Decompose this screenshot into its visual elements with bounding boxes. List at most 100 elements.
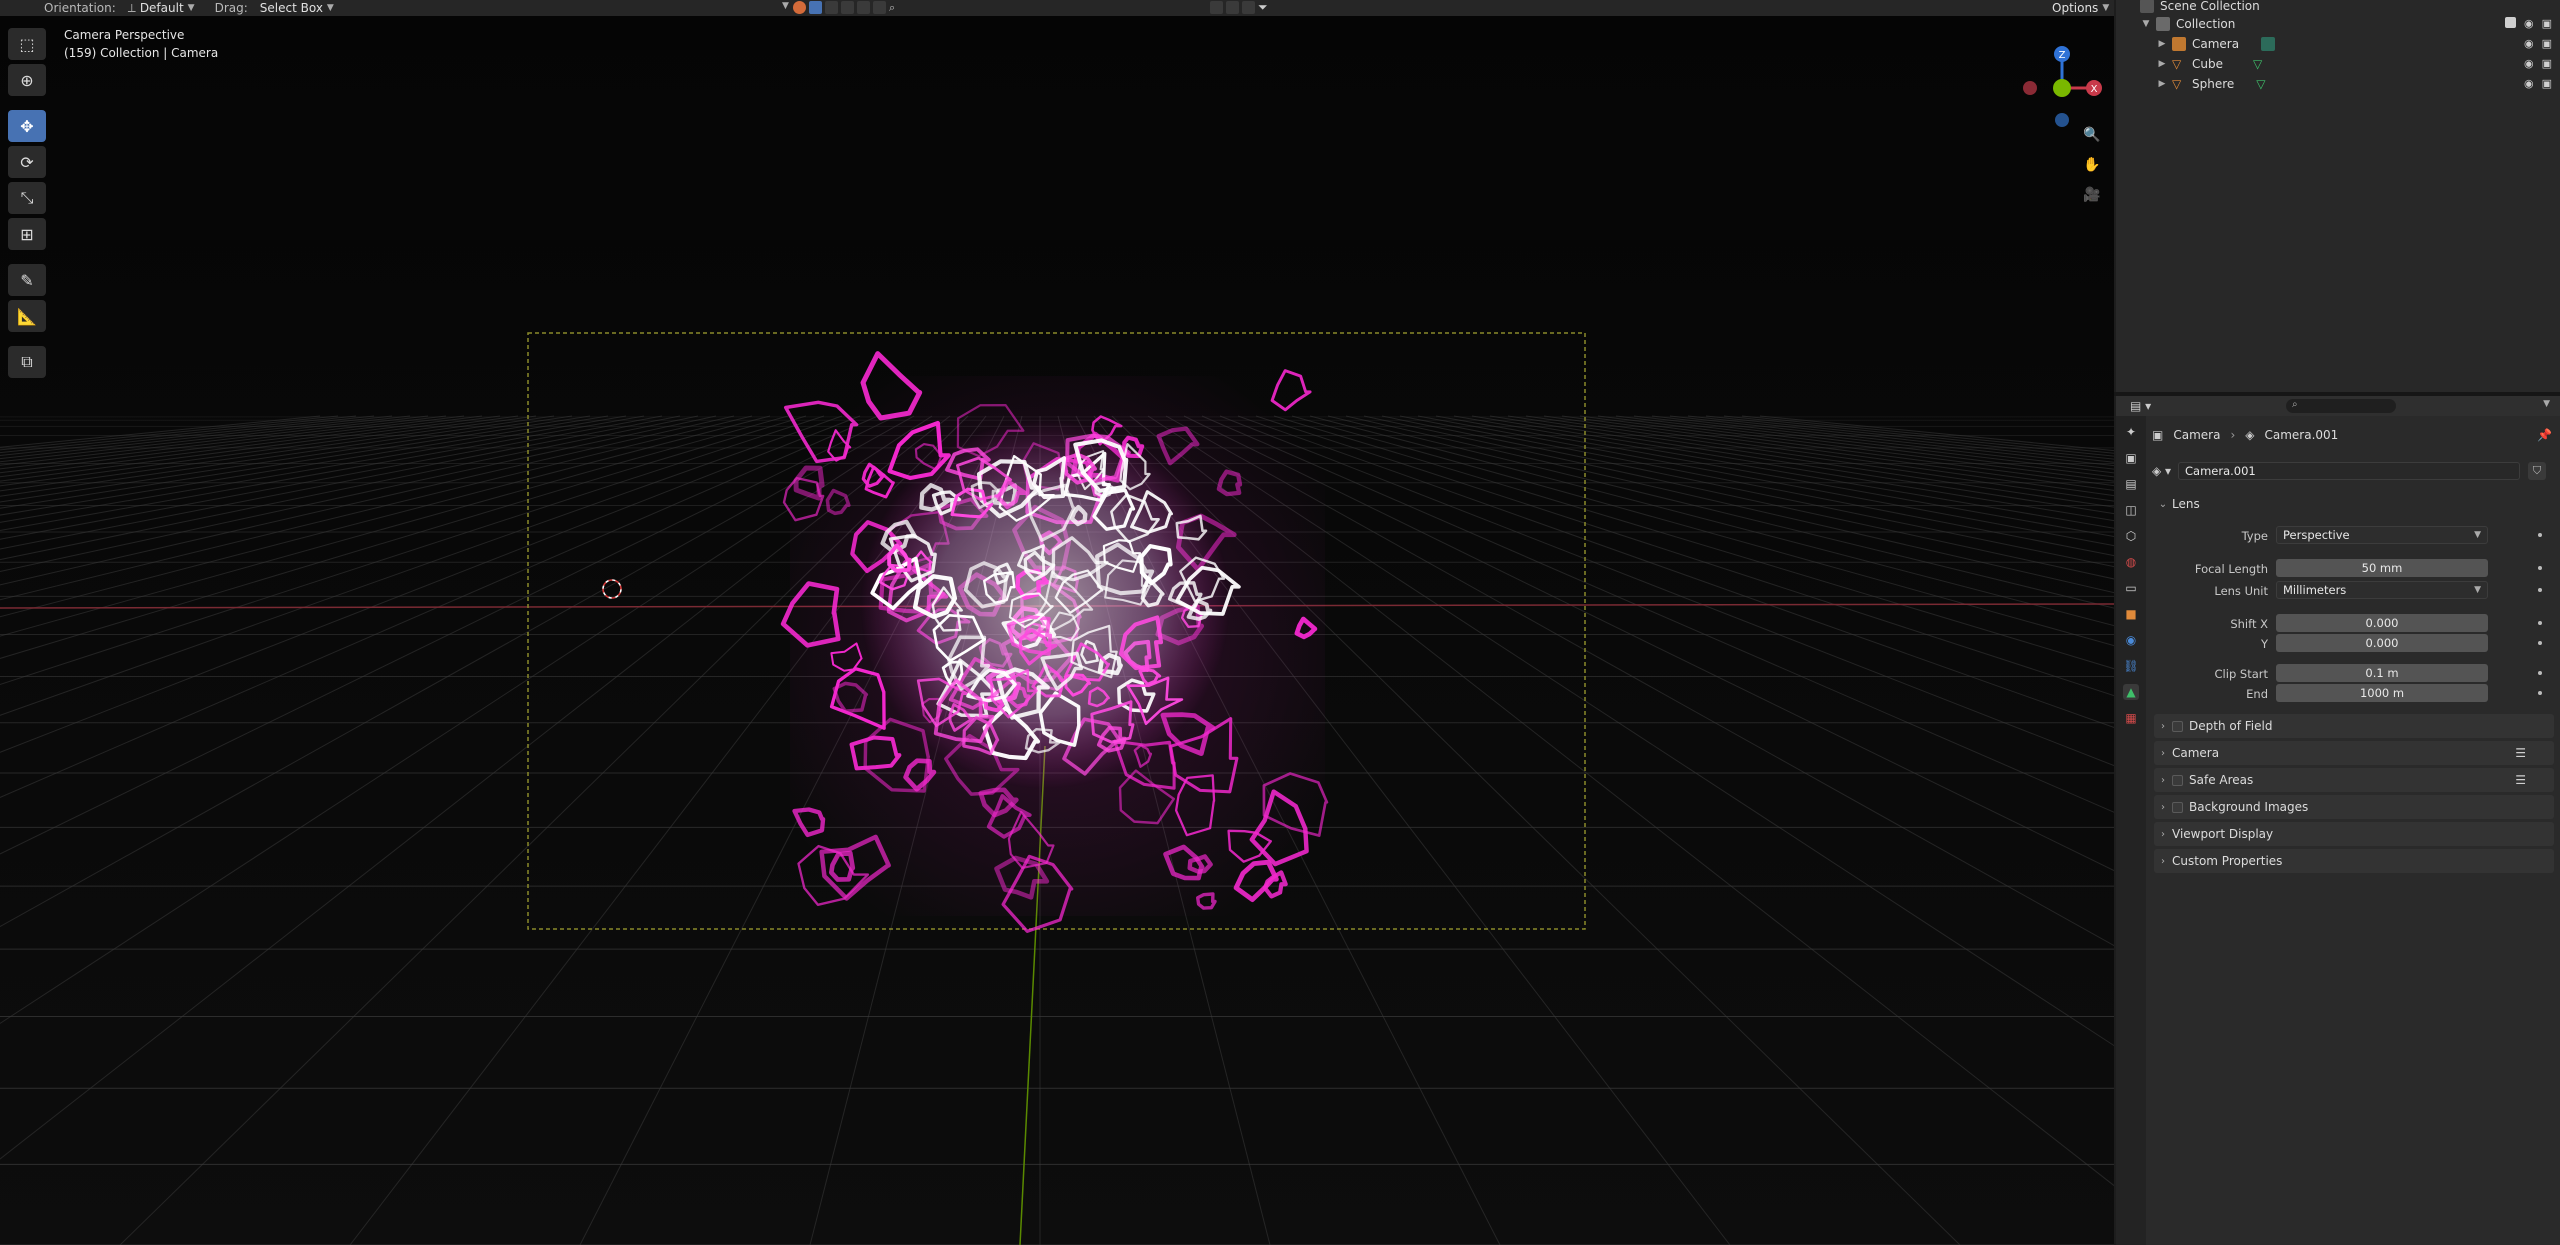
type-dropdown[interactable]: Perspective ▼ xyxy=(2276,526,2488,544)
camera-data-tab-icon[interactable]: ▲ xyxy=(2123,684,2139,700)
presets-list-icon[interactable]: ☰ xyxy=(2515,746,2526,760)
shift-x-field[interactable]: 0.000 xyxy=(2276,614,2488,632)
eye-icon[interactable]: ◉ xyxy=(2524,17,2534,30)
viewport-display-panel[interactable]: › Viewport Display xyxy=(2154,822,2554,846)
rotate-tool[interactable]: ⟳ xyxy=(8,146,46,178)
shift-y-field[interactable]: 0.000 xyxy=(2276,634,2488,652)
shift-x-label: Shift X xyxy=(2230,617,2268,631)
tool-tab-icon[interactable]: ✦ xyxy=(2123,424,2139,440)
checkbox-icon[interactable] xyxy=(2504,17,2516,28)
panel-label: Safe Areas xyxy=(2189,773,2254,787)
3d-viewport[interactable]: Camera Perspective (159) Collection | Ca… xyxy=(0,16,2114,1245)
gizmo-neg-x-icon xyxy=(2023,81,2037,95)
keyframe-dot-icon[interactable] xyxy=(2538,671,2542,675)
keyframe-dot-icon[interactable] xyxy=(2538,691,2542,695)
datablock-selector[interactable]: ◈ ▾ Camera.001 ⛉ xyxy=(2152,462,2552,480)
fake-user-icon[interactable]: ⛉ xyxy=(2528,462,2546,480)
scale-tool[interactable]: ⤡ xyxy=(8,182,46,214)
eye-icon[interactable]: ◉ xyxy=(2524,77,2534,90)
keyframe-dot-icon[interactable] xyxy=(2538,533,2542,537)
orientation-dropdown[interactable]: ⟂ Default ▼ xyxy=(122,1,201,16)
expand-icon[interactable]: ▶ xyxy=(2156,39,2168,49)
expand-icon[interactable]: ▼ xyxy=(2140,19,2152,29)
xray-toggle-icon[interactable] xyxy=(873,1,886,14)
camera-view-button[interactable]: 🎥 xyxy=(2079,182,2105,208)
keyframe-dot-icon[interactable] xyxy=(2538,566,2542,570)
add-cube-tool[interactable]: ⧉ xyxy=(8,346,46,378)
bookmark-icon[interactable] xyxy=(1226,1,1239,14)
render-tab-icon[interactable]: ▣ xyxy=(2123,450,2139,466)
zoom-button[interactable]: 🔍 xyxy=(2079,122,2105,148)
material-shading-icon[interactable] xyxy=(841,1,854,14)
chevron-right-icon: › xyxy=(2161,720,2165,732)
mesh-data-icon[interactable]: ▽ xyxy=(2253,57,2267,71)
world-tab-icon[interactable]: ◍ xyxy=(2123,554,2139,570)
eye-icon[interactable]: ◉ xyxy=(2524,57,2534,70)
drag-dropdown[interactable]: Select Box ▼ xyxy=(254,1,340,15)
expand-icon[interactable]: ▶ xyxy=(2156,79,2168,89)
depth-of-field-panel[interactable]: › Depth of Field xyxy=(2154,714,2554,738)
annotate-tool[interactable]: ✎ xyxy=(8,264,46,296)
select-box-tool[interactable]: ⬚ xyxy=(8,28,46,60)
chevron-down-icon[interactable]: ▼ xyxy=(2543,399,2550,409)
display-mode-icon[interactable] xyxy=(1242,1,1255,14)
mesh-data-icon[interactable]: ▽ xyxy=(2256,77,2270,91)
cursor-tool[interactable]: ⊕ xyxy=(8,64,46,96)
safe-areas-panel[interactable]: › Safe Areas ☰ xyxy=(2154,768,2554,792)
keyframe-dot-icon[interactable] xyxy=(2538,588,2542,592)
collection-row[interactable]: ▼ Collection ◉ ▣ xyxy=(2116,14,2560,34)
transform-tool[interactable]: ⊞ xyxy=(8,218,46,250)
measure-tool[interactable]: 📐 xyxy=(8,300,46,332)
clip-start-field[interactable]: 0.1 m xyxy=(2276,664,2488,682)
rendered-shading-icon[interactable] xyxy=(857,1,870,14)
render-camera-icon[interactable]: ▣ xyxy=(2542,77,2552,90)
pan-button[interactable]: ✋ xyxy=(2079,152,2105,178)
properties-search-field[interactable]: ⌕ xyxy=(2286,399,2396,413)
lens-unit-dropdown[interactable]: Millimeters ▼ xyxy=(2276,581,2488,599)
depth-of-field-checkbox[interactable] xyxy=(2172,720,2183,732)
focal-length-field[interactable]: 50 mm xyxy=(2276,559,2488,577)
editor-type-icon[interactable]: ▤ ▾ xyxy=(2130,399,2151,413)
outliner-item-cube[interactable]: ▶ ▽ Cube ▽ ◉ ▣ xyxy=(2116,54,2560,74)
search-icon[interactable]: ⌕ xyxy=(889,1,902,14)
view-layer-tab-icon[interactable]: ◫ xyxy=(2123,502,2139,518)
expand-icon[interactable]: ▶ xyxy=(2156,59,2168,69)
camera-panel[interactable]: › Camera ☰ xyxy=(2154,741,2554,765)
output-tab-icon[interactable]: ▤ xyxy=(2123,476,2139,492)
outliner-item-camera[interactable]: ▶ Camera ◉ ▣ xyxy=(2116,34,2560,54)
background-images-panel[interactable]: › Background Images xyxy=(2154,795,2554,819)
lens-panel-header[interactable]: ⌄ Lens xyxy=(2154,492,2554,516)
move-tool[interactable]: ✥ xyxy=(8,110,46,142)
navigation-gizmo[interactable]: Z X xyxy=(2010,36,2110,136)
camera-data-icon[interactable]: ◈ ▾ xyxy=(2152,464,2178,478)
filter-icon[interactable]: ⏷ xyxy=(1258,1,1271,14)
texture-tab-icon[interactable]: ▦ xyxy=(2123,710,2139,726)
safe-areas-checkbox[interactable] xyxy=(2172,774,2183,786)
datablock-name-field[interactable]: Camera.001 xyxy=(2178,462,2520,480)
custom-properties-panel[interactable]: › Custom Properties xyxy=(2154,849,2554,873)
scale-icon: ⤡ xyxy=(20,188,34,207)
wireframe-shading-icon[interactable] xyxy=(825,1,838,14)
outliner-item-sphere[interactable]: ▶ ▽ Sphere ▽ ◉ ▣ xyxy=(2116,74,2560,94)
solid-shading-icon[interactable] xyxy=(809,1,822,14)
clip-end-field[interactable]: 1000 m xyxy=(2276,684,2488,702)
camera-data-icon[interactable] xyxy=(2261,37,2276,51)
constraints-tab-icon[interactable]: ⛓ xyxy=(2123,658,2139,674)
physics-tab-icon[interactable]: ◉ xyxy=(2123,632,2139,648)
gizmo-toggle-icon[interactable] xyxy=(793,1,806,14)
render-camera-icon[interactable]: ▣ xyxy=(2542,57,2552,70)
render-camera-icon[interactable]: ▣ xyxy=(2542,37,2552,50)
background-images-checkbox[interactable] xyxy=(2172,801,2183,813)
presets-list-icon[interactable]: ☰ xyxy=(2515,773,2526,787)
eye-icon[interactable]: ◉ xyxy=(2524,37,2534,50)
keyframe-dot-icon[interactable] xyxy=(2538,621,2542,625)
pin-icon[interactable]: 📌 xyxy=(2537,428,2552,442)
collection-tab-icon[interactable]: ▭ xyxy=(2123,580,2139,596)
render-camera-icon[interactable]: ▣ xyxy=(2542,17,2552,30)
view-layer-icon[interactable] xyxy=(1210,1,1223,14)
overlay-dropdown-icon[interactable]: ▼ xyxy=(782,1,790,14)
scene-tab-icon[interactable]: ⬡ xyxy=(2123,528,2139,544)
object-tab-icon[interactable]: ■ xyxy=(2123,606,2139,622)
options-dropdown[interactable]: Options ▼ xyxy=(2046,1,2115,15)
keyframe-dot-icon[interactable] xyxy=(2538,641,2542,645)
